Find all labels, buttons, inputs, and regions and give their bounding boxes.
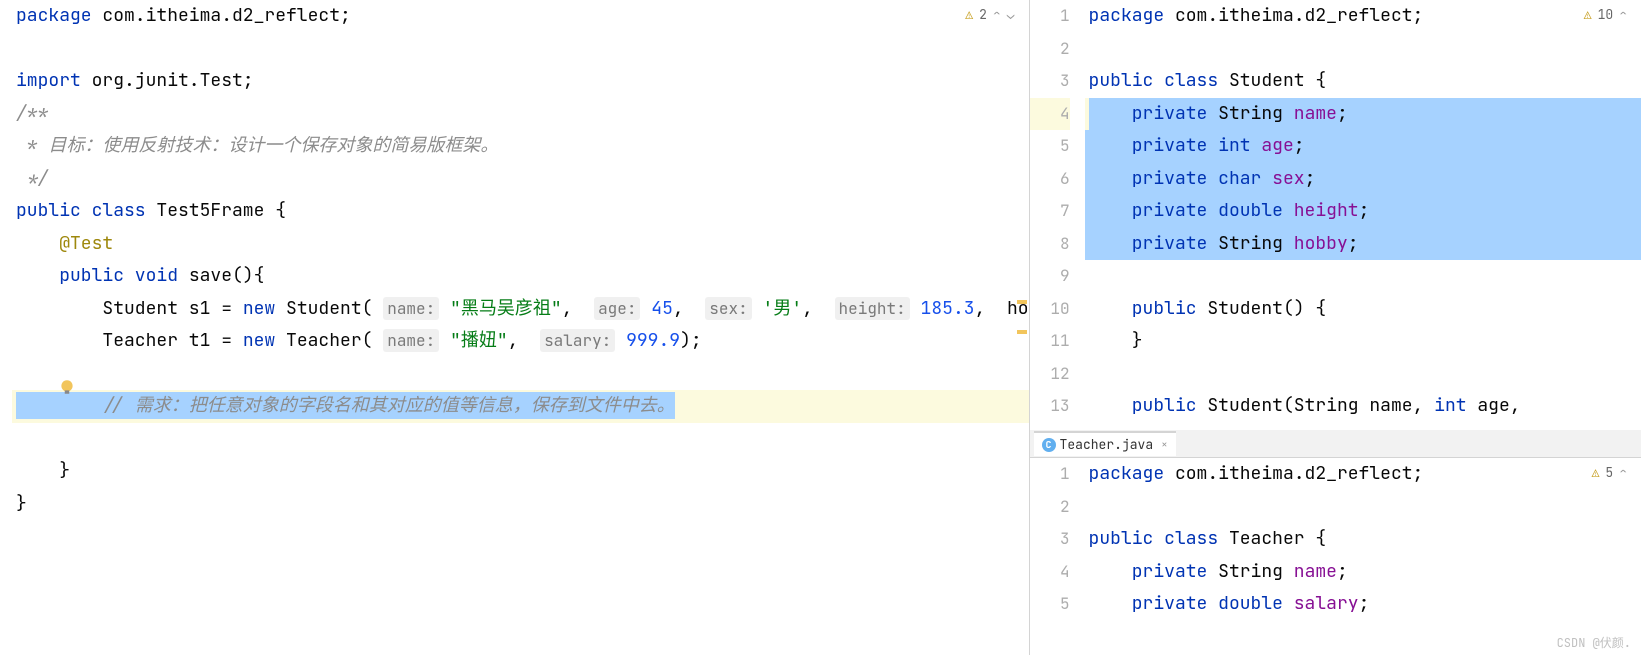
code-line[interactable]: }: [1085, 325, 1641, 358]
line-number: 3: [1030, 523, 1070, 556]
param-hint: name:: [383, 297, 439, 320]
warning-icon: ⚠: [1592, 464, 1600, 481]
code-line[interactable]: public void save(){: [12, 260, 1029, 293]
code-line[interactable]: private double salary;: [1085, 588, 1641, 621]
right-top-line-numbers: 1234567891011121314: [1030, 0, 1085, 430]
code-line[interactable]: private String name;: [1085, 98, 1641, 131]
code-line[interactable]: // 需求：把任意对象的字段名和其对应的值等信息，保存到文件中去。: [12, 390, 1029, 423]
code-line[interactable]: this.name = name;: [1085, 423, 1641, 431]
left-warnings[interactable]: ⚠ 2 ⌃ ⌄: [961, 4, 1018, 25]
line-number: 9: [1030, 260, 1070, 293]
close-icon[interactable]: ×: [1161, 438, 1168, 452]
code-line[interactable]: private String name;: [1085, 556, 1641, 589]
right-top-editor: 1234567891011121314 package com.itheima.…: [1030, 0, 1641, 430]
code-line[interactable]: public class Teacher {: [1085, 523, 1641, 556]
code-line[interactable]: private String hobby;: [1085, 228, 1641, 261]
line-number: 5: [1030, 588, 1070, 621]
line-number: 6: [1030, 163, 1070, 196]
tab-teacher-java[interactable]: C Teacher.java ×: [1034, 431, 1176, 456]
code-line[interactable]: */: [12, 163, 1029, 196]
line-number: 4: [1030, 98, 1070, 131]
left-code[interactable]: package com.itheima.d2_reflect; import o…: [12, 0, 1029, 655]
code-line[interactable]: private int age;: [1085, 130, 1641, 163]
code-line[interactable]: * 目标：使用反射技术：设计一个保存对象的简易版框架。: [12, 130, 1029, 163]
code-line[interactable]: [1085, 491, 1641, 524]
code-line[interactable]: package com.itheima.d2_reflect;: [1085, 0, 1641, 33]
line-number: 7: [1030, 195, 1070, 228]
code-line[interactable]: private char sex;: [1085, 163, 1641, 196]
code-line[interactable]: Teacher t1 = new Teacher( name: "播妞", sa…: [12, 325, 1029, 358]
intention-bulb-icon[interactable]: [58, 378, 76, 396]
param-hint: height:: [835, 297, 910, 320]
line-number: 10: [1030, 293, 1070, 326]
chevron-up-icon[interactable]: ⌃: [1619, 464, 1627, 481]
right-panel: 1234567891011121314 package com.itheima.…: [1030, 0, 1641, 655]
code-line[interactable]: @Test: [12, 228, 1029, 261]
param-hint: salary:: [540, 329, 615, 352]
param-hint: age:: [594, 297, 640, 320]
line-number: 8: [1030, 228, 1070, 261]
warning-count: 5: [1605, 464, 1613, 481]
line-number: 4: [1030, 556, 1070, 589]
code-line[interactable]: Student s1 = new Student( name: "黑马吴彦祖",…: [12, 293, 1029, 326]
line-number: 5: [1030, 130, 1070, 163]
code-line[interactable]: [12, 33, 1029, 66]
code-line[interactable]: [1085, 260, 1641, 293]
param-hint: sex:: [705, 297, 751, 320]
left-editor-panel: ⚠ 2 ⌃ ⌄ package com.itheima.d2_reflect; …: [0, 0, 1030, 655]
marker-warning[interactable]: [1017, 300, 1027, 304]
left-marker-strip[interactable]: [1017, 0, 1027, 655]
code-line[interactable]: public Student(String name, int age,: [1085, 390, 1641, 423]
right-top-code[interactable]: package com.itheima.d2_reflect; public c…: [1085, 0, 1641, 430]
chevron-up-icon[interactable]: ⌃: [1619, 6, 1627, 23]
tab-label: Teacher.java: [1060, 436, 1154, 453]
code-line[interactable]: }: [12, 455, 1029, 488]
line-number: 13: [1030, 390, 1070, 423]
code-line[interactable]: [1085, 358, 1641, 391]
right-bottom-code[interactable]: package com.itheima.d2_reflect; public c…: [1085, 458, 1641, 655]
line-number: 12: [1030, 358, 1070, 391]
code-line[interactable]: package com.itheima.d2_reflect;: [1085, 458, 1641, 491]
watermark: CSDN @伏颜.: [1557, 634, 1631, 651]
left-gutter: [0, 0, 12, 655]
line-number: 3: [1030, 65, 1070, 98]
code-line[interactable]: /**: [12, 98, 1029, 131]
line-number: 2: [1030, 33, 1070, 66]
code-line[interactable]: public class Student {: [1085, 65, 1641, 98]
line-number: 2: [1030, 491, 1070, 524]
left-code-area[interactable]: ⚠ 2 ⌃ ⌄ package com.itheima.d2_reflect; …: [12, 0, 1029, 655]
line-number: 1: [1030, 458, 1070, 491]
param-hint: name:: [383, 329, 439, 352]
marker-warning[interactable]: [1017, 330, 1027, 334]
class-file-icon: C: [1042, 438, 1056, 452]
code-line[interactable]: public Student() {: [1085, 293, 1641, 326]
code-line[interactable]: package com.itheima.d2_reflect;: [12, 0, 1029, 33]
code-line[interactable]: [1085, 33, 1641, 66]
line-number: 1: [1030, 0, 1070, 33]
right-bottom-warnings[interactable]: ⚠ 5 ⌃: [1588, 462, 1631, 483]
right-top-warnings[interactable]: ⚠ 10 ⌃: [1580, 4, 1631, 25]
tab-bar: C Teacher.java ×: [1030, 430, 1641, 458]
warning-icon: ⚠: [1584, 6, 1592, 23]
right-bottom-editor: C Teacher.java × 12345 package com.ithei…: [1030, 430, 1641, 655]
line-number: 11: [1030, 325, 1070, 358]
code-line[interactable]: import org.junit.Test;: [12, 65, 1029, 98]
chevron-down-icon[interactable]: ⌄: [1007, 6, 1015, 23]
right-bottom-line-numbers: 12345: [1030, 458, 1085, 655]
chevron-up-icon[interactable]: ⌃: [993, 6, 1001, 23]
code-line[interactable]: [12, 358, 1029, 391]
code-line[interactable]: private double height;: [1085, 195, 1641, 228]
warning-icon: ⚠: [965, 6, 973, 23]
line-number: 14: [1030, 423, 1070, 431]
code-line[interactable]: public class Test5Frame {: [12, 195, 1029, 228]
code-line[interactable]: }: [12, 488, 1029, 521]
code-line[interactable]: [12, 423, 1029, 456]
warning-count: 2: [979, 6, 987, 23]
warning-count: 10: [1598, 6, 1614, 23]
